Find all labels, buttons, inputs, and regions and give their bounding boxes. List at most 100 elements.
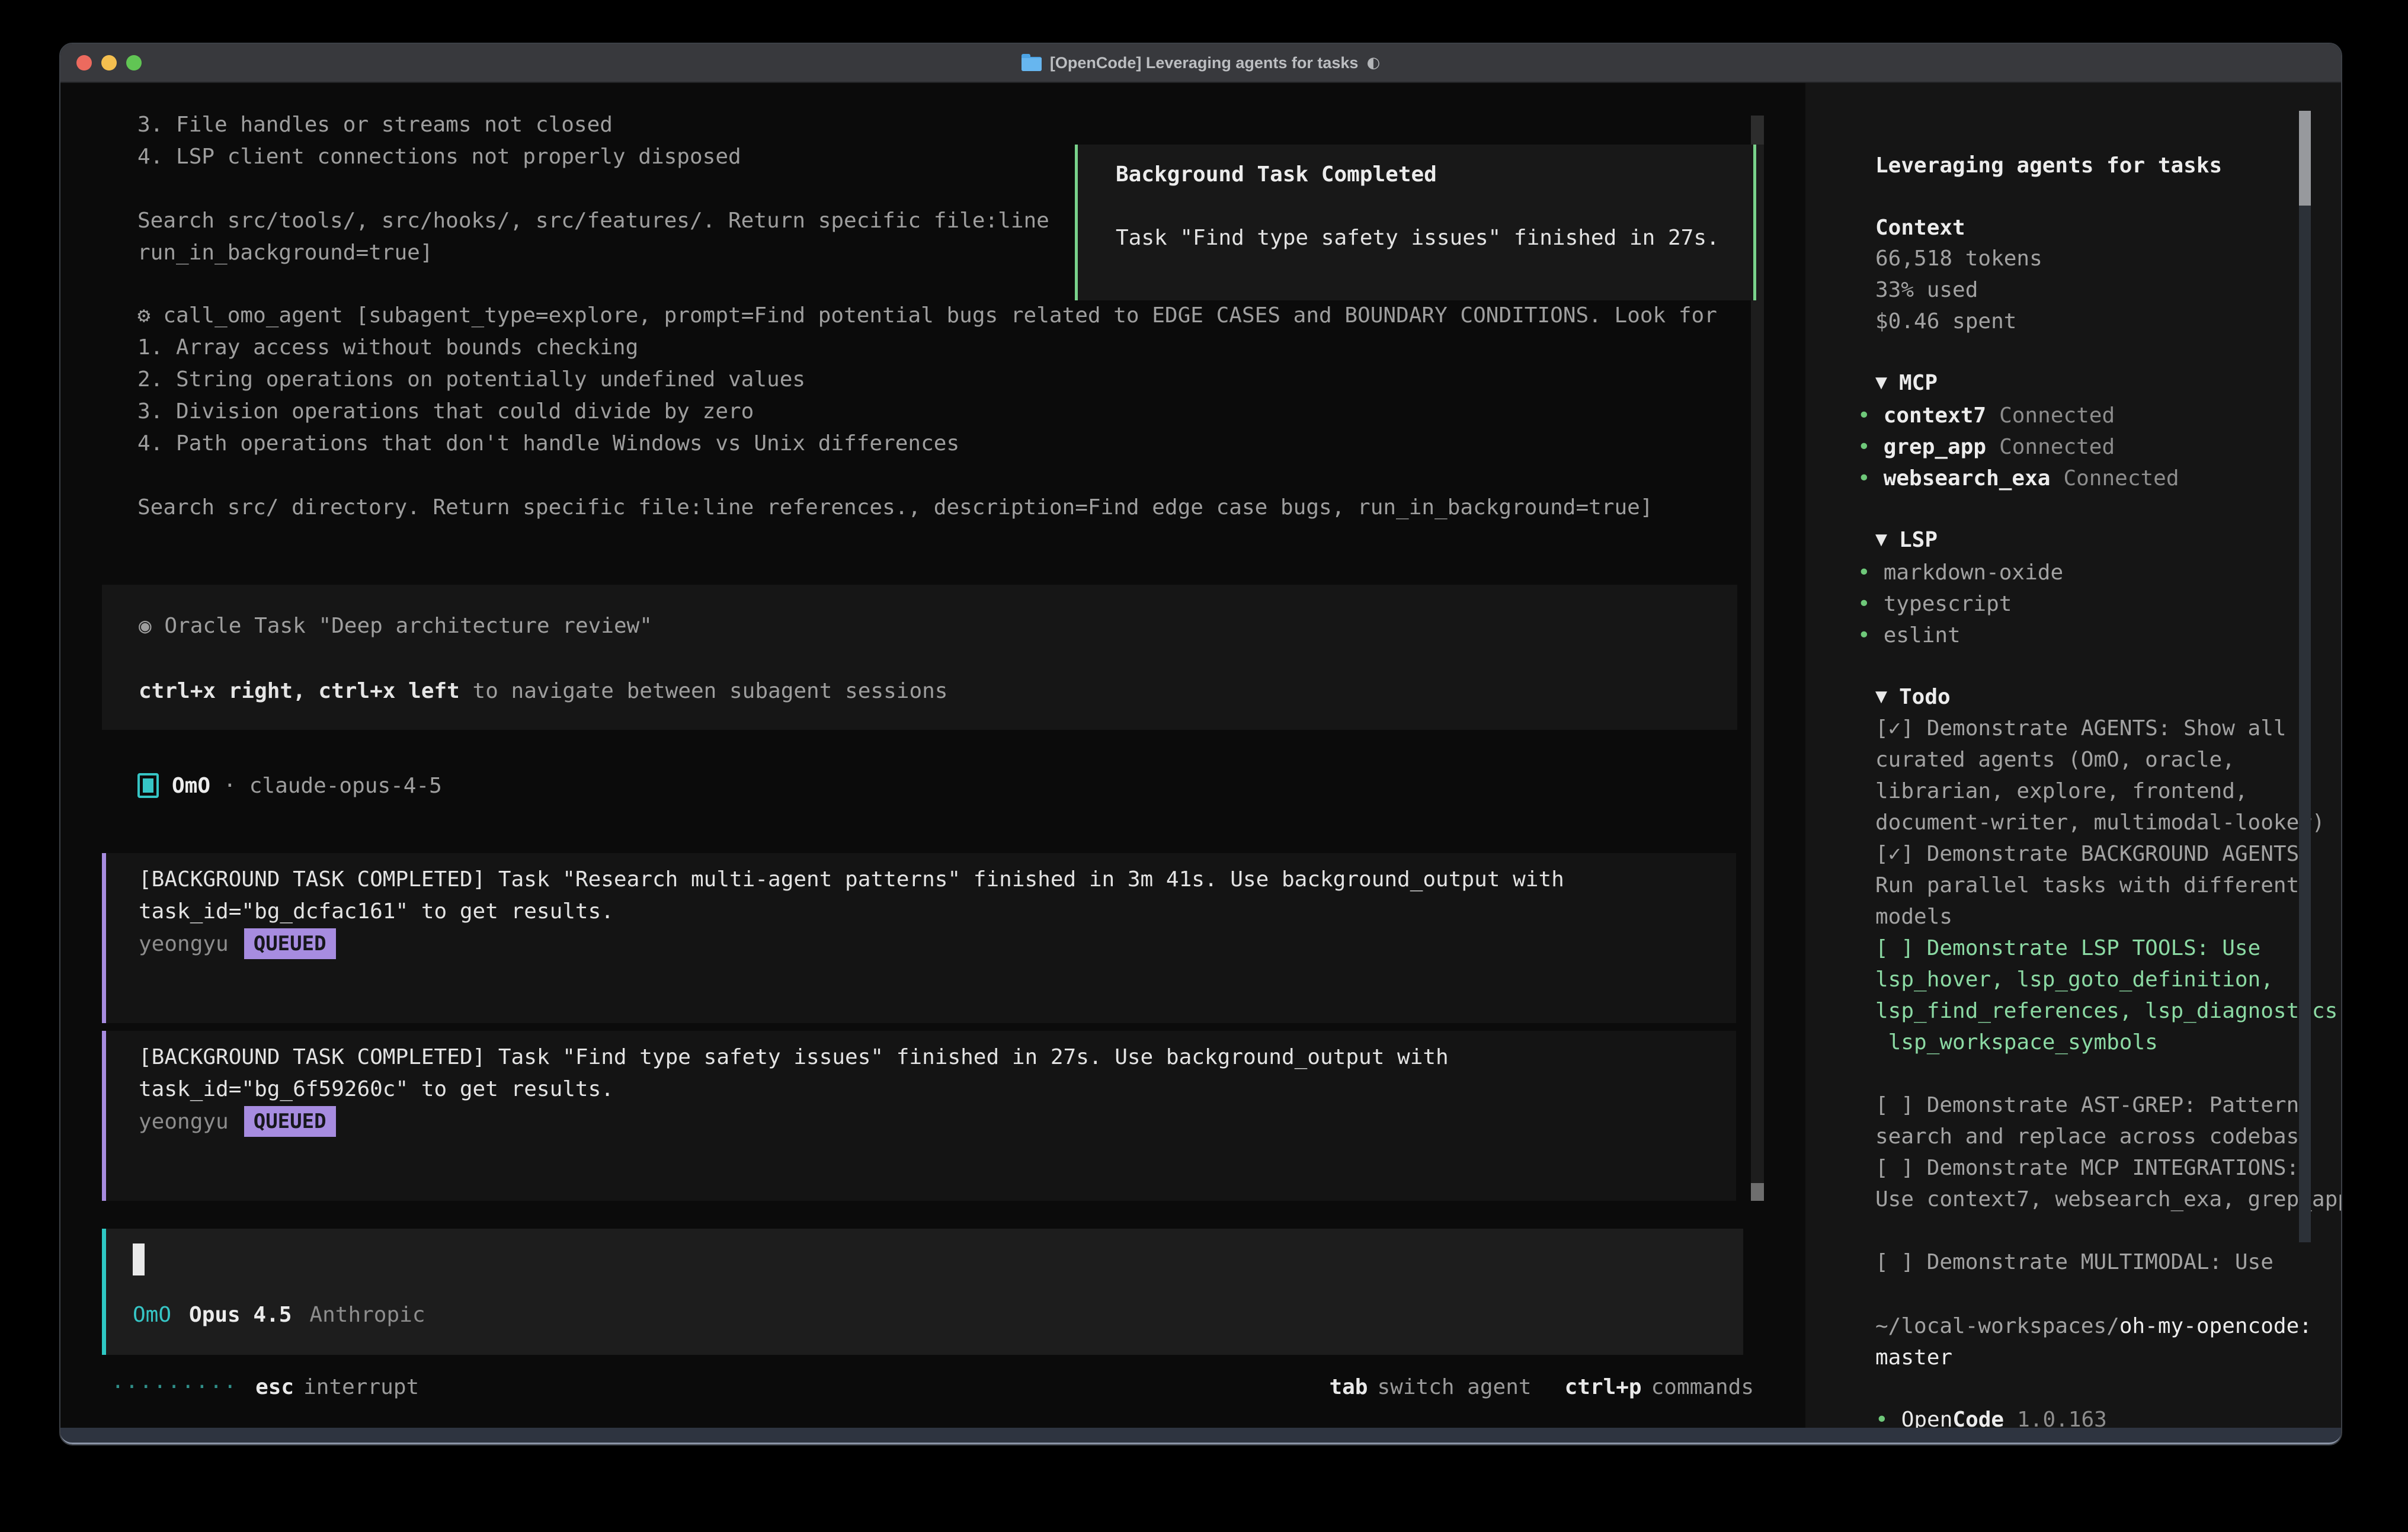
tool-call-line xyxy=(137,460,1717,492)
text-cursor xyxy=(133,1243,145,1275)
session-title: Leveraging agents for tasks xyxy=(1875,150,2222,181)
spinner-dots-icon: ········· xyxy=(111,1375,238,1399)
tool-call-first-line: ⚙ call_omo_agent [subagent_type=explore,… xyxy=(137,300,1717,332)
lsp-item: • eslint xyxy=(1858,620,2063,651)
todo-line: [ ] Demonstrate LSP TOOLS: Use xyxy=(1875,932,2342,964)
mcp-item: • context7 Connected xyxy=(1858,400,2179,431)
sidebar-scrollbar-thumb[interactable] xyxy=(2299,111,2311,206)
mcp-item: • grep_app Connected xyxy=(1858,431,2179,463)
mcp-name: context7 xyxy=(1884,400,1986,431)
lsp-section-header[interactable]: ▼ LSP xyxy=(1875,524,1938,556)
ctrlp-key-hint: ctrl+p xyxy=(1565,1375,1642,1399)
lsp-name: eslint xyxy=(1884,620,1961,651)
scrollback-line: 4. LSP client connections not properly d… xyxy=(137,141,1049,173)
task-message-block: [BACKGROUND TASK COMPLETED] Task "Find t… xyxy=(102,1031,1736,1201)
chat-scrollbar-track-top xyxy=(1751,116,1764,145)
chevron-down-icon: ▼ xyxy=(1875,524,1887,556)
proxy-half-circle-icon: ◐ xyxy=(1366,54,1380,72)
mcp-heading: MCP xyxy=(1899,367,1938,399)
oracle-task-panel: ◉ Oracle Task "Deep architecture review"… xyxy=(102,585,1737,730)
todo-line xyxy=(1875,1058,2342,1089)
todo-line: search and replace across codebase xyxy=(1875,1121,2342,1152)
prompt-input[interactable]: OmO Opus 4.5 Anthropic xyxy=(102,1229,1743,1355)
todo-line: [ ] Demonstrate MCP INTEGRATIONS: xyxy=(1875,1152,2342,1184)
mcp-name: websearch_exa xyxy=(1884,463,2051,494)
mcp-list: • context7 Connected • grep_app Connecte… xyxy=(1858,400,2179,494)
todo-line: [✓] Demonstrate BACKGROUND AGENTS: xyxy=(1875,838,2342,870)
todo-list: [✓] Demonstrate AGENTS: Show all 7curate… xyxy=(1875,713,2342,1278)
agent-header: OmO · claude-opus-4-5 xyxy=(137,770,442,802)
oracle-task-label: Oracle Task "Deep architecture review" xyxy=(164,614,652,638)
minimize-button[interactable] xyxy=(101,55,117,70)
task-message-meta: yeongyu QUEUED xyxy=(139,1105,336,1137)
esc-key-hint: esc xyxy=(255,1375,294,1399)
todo-line: lsp_hover, lsp_goto_definition, xyxy=(1875,964,2342,995)
tool-call-line: 3. Division operations that could divide… xyxy=(137,396,1717,428)
context-tokens: 66,518 tokens xyxy=(1875,243,2042,274)
tool-call-line: 4. Path operations that don't handle Win… xyxy=(137,428,1717,460)
titlebar[interactable]: [OpenCode] Leveraging agents for tasks ◐ xyxy=(60,44,2341,83)
chat-scrollbar-thumb[interactable] xyxy=(1751,1183,1764,1201)
status-dot-icon: • xyxy=(1858,463,1871,494)
task-message-line1: [BACKGROUND TASK COMPLETED] Task "Find t… xyxy=(139,1041,1449,1073)
input-agent-name: OmO xyxy=(133,1303,171,1327)
maximize-button[interactable] xyxy=(126,55,142,70)
context-used: 33% used xyxy=(1875,274,1978,306)
task-message-line2: task_id="bg_6f59260c" to get results. xyxy=(139,1073,614,1105)
task-author: yeongyu xyxy=(139,932,229,956)
window-bottom-bar xyxy=(60,1428,2341,1444)
lsp-name: markdown-oxide xyxy=(1884,557,2063,588)
gear-icon: ⚙ xyxy=(137,303,150,328)
input-provider-name: Anthropic xyxy=(309,1303,425,1327)
mcp-status: Connected xyxy=(2063,463,2179,494)
todo-line: lsp_workspace_symbols xyxy=(1875,1027,2342,1058)
todo-line xyxy=(1875,1215,2342,1246)
window-controls xyxy=(76,55,142,70)
status-bar: ········· esc interrupt tab switch agent… xyxy=(111,1371,1754,1403)
input-model-name: Opus 4.5 xyxy=(189,1303,292,1327)
chevron-down-icon: ▼ xyxy=(1875,681,1887,713)
lsp-item: • typescript xyxy=(1858,588,2063,620)
queued-badge: QUEUED xyxy=(244,1106,336,1137)
todo-heading: Todo xyxy=(1899,681,1951,713)
tool-call-line: Search src/ directory. Return specific f… xyxy=(137,492,1717,524)
todo-line: [✓] Demonstrate AGENTS: Show all 7 xyxy=(1875,713,2342,744)
todo-section-header[interactable]: ▼ Todo xyxy=(1875,681,1951,713)
tab-key-label: switch agent xyxy=(1377,1375,1531,1399)
input-meta-row: OmO Opus 4.5 Anthropic xyxy=(133,1299,425,1331)
context-heading: Context xyxy=(1875,212,1965,243)
lsp-list: • markdown-oxide • typescript • eslint xyxy=(1858,557,2063,651)
todo-line: Run parallel tasks with different xyxy=(1875,870,2342,901)
agent-model: claude-opus-4-5 xyxy=(249,774,442,798)
queued-badge: QUEUED xyxy=(244,928,336,959)
lsp-item: • markdown-oxide xyxy=(1858,557,2063,588)
toast-body: Task "Find type safety issues" finished … xyxy=(1116,222,1719,254)
tool-call-text: call_omo_agent [subagent_type=explore, p… xyxy=(163,303,1717,328)
tool-call-line: 1. Array access without bounds checking xyxy=(137,332,1717,364)
status-dot-icon: • xyxy=(1858,588,1871,620)
status-dot-icon: • xyxy=(1858,620,1871,651)
close-button[interactable] xyxy=(76,55,92,70)
task-message-block: [BACKGROUND TASK COMPLETED] Task "Resear… xyxy=(102,853,1736,1023)
folder-icon xyxy=(1022,57,1042,71)
task-author: yeongyu xyxy=(139,1110,229,1134)
status-left: ········· esc interrupt xyxy=(111,1375,419,1399)
mcp-section-header[interactable]: ▼ MCP xyxy=(1875,367,1938,399)
oracle-icon: ◉ xyxy=(139,614,152,638)
terminal-window: [OpenCode] Leveraging agents for tasks ◐… xyxy=(59,43,2342,1446)
scrollback-line xyxy=(137,173,1049,205)
lsp-heading: LSP xyxy=(1899,524,1938,556)
scrollback-line: Search src/tools/, src/hooks/, src/featu… xyxy=(137,205,1049,237)
sidebar-scrollbar-track[interactable] xyxy=(2299,206,2311,1242)
oracle-task-label-line: ◉ Oracle Task "Deep architecture review" xyxy=(139,610,652,642)
esc-key-label: interrupt xyxy=(303,1375,419,1399)
dot-separator: · xyxy=(223,774,236,798)
workspace-path: ~/local-workspaces/ oh-my-opencode: xyxy=(1875,1310,2312,1342)
workspace-path-prefix: ~/local-workspaces/ xyxy=(1875,1310,2119,1342)
mcp-status: Connected xyxy=(1999,400,2115,431)
task-message-meta: yeongyu QUEUED xyxy=(139,928,336,960)
background-task-toast: Background Task Completed Task "Find typ… xyxy=(1075,145,1756,300)
sidebar: Leveraging agents for tasks Context 66,5… xyxy=(1805,83,2342,1431)
task-message-line2: task_id="bg_dcfac161" to get results. xyxy=(139,896,614,928)
lsp-name: typescript xyxy=(1884,588,2012,620)
